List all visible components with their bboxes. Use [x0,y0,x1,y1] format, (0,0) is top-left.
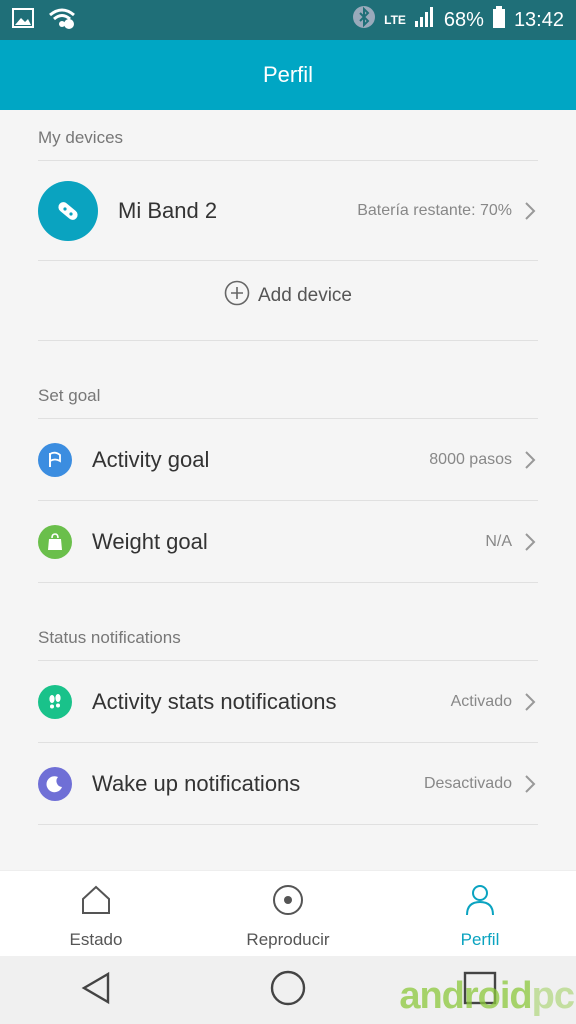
activity-goal-label: Activity goal [92,447,210,472]
section-title-my-devices: My devices [38,128,124,147]
watermark-text-android: android [399,975,532,1017]
divider [38,260,538,261]
watermark-logo: androidpc [399,975,575,1018]
home-icon [79,883,113,922]
band-icon [38,181,98,241]
home-circle-icon[interactable] [269,969,307,1012]
weight-goal-row[interactable]: Weight goal N/A [38,522,538,562]
weight-icon [38,525,72,559]
flag-icon [38,443,72,477]
plus-circle-icon [224,280,250,312]
activity-stats-notifications-label: Activity stats notifications [92,689,337,714]
divider [38,340,538,341]
activity-stats-notifications-value: Activado [450,693,512,710]
divider [38,660,538,661]
add-device-label: Add device [257,285,352,306]
back-icon[interactable] [78,970,114,1011]
divider [38,824,538,825]
divider [38,160,538,161]
section-title-status-notifications: Status notifications [38,628,181,647]
watermark-text-pc: pc [531,975,575,1017]
signal-icon [414,6,436,34]
record-icon [271,883,305,922]
wake-up-notifications-label: Wake up notifications [92,771,301,796]
nav-label-reproducir: Reproducir [246,930,330,949]
nav-label-estado: Estado [69,930,123,949]
divider [38,742,538,743]
device-row-mi-band[interactable]: Mi Band 2 Batería restante: 70% [38,180,538,242]
chevron-right-icon [522,773,538,795]
device-name: Mi Band 2 [118,198,218,223]
add-device-button[interactable]: Add device [0,280,576,312]
activity-stats-notifications-row[interactable]: Activity stats notifications Activado [38,682,538,722]
chevron-right-icon [522,200,538,222]
battery-percent: 68% [443,8,484,31]
section-title-set-goal: Set goal [38,386,101,405]
divider [38,418,538,419]
divider [38,500,538,501]
clock: 13:42 [513,8,564,31]
wake-up-notifications-value: Desactivado [423,775,512,792]
bluetooth-icon [352,5,376,35]
profile-content: My devices Mi Band 2 Batería restante: 7… [0,110,576,870]
device-battery-status: Batería restante: 70% [357,202,512,219]
chevron-right-icon [522,691,538,713]
battery-icon [492,6,506,34]
bottom-navigation: Estado Reproducir Perfil [0,870,576,957]
page-title: Perfil [262,62,314,87]
divider [38,582,538,583]
chevron-right-icon [522,531,538,553]
weight-goal-value: N/A [485,533,512,550]
status-bar: LTE 68% 13:42 [0,0,576,40]
wifi-icon [48,7,76,34]
network-type: LTE [384,13,406,27]
moon-icon [38,767,72,801]
chevron-right-icon [522,449,538,471]
footprints-icon [38,685,72,719]
person-icon [463,883,497,922]
activity-goal-value: 8000 pasos [429,451,512,468]
nav-item-perfil[interactable]: Perfil [384,871,576,950]
wake-up-notifications-row[interactable]: Wake up notifications Desactivado [38,764,538,804]
weight-goal-label: Weight goal [92,529,208,554]
nav-item-reproducir[interactable]: Reproducir [192,871,384,950]
nav-item-estado[interactable]: Estado [0,871,192,950]
activity-goal-row[interactable]: Activity goal 8000 pasos [38,440,538,480]
image-icon [12,7,34,33]
nav-label-perfil: Perfil [460,930,500,949]
app-bar: Perfil [0,40,576,110]
